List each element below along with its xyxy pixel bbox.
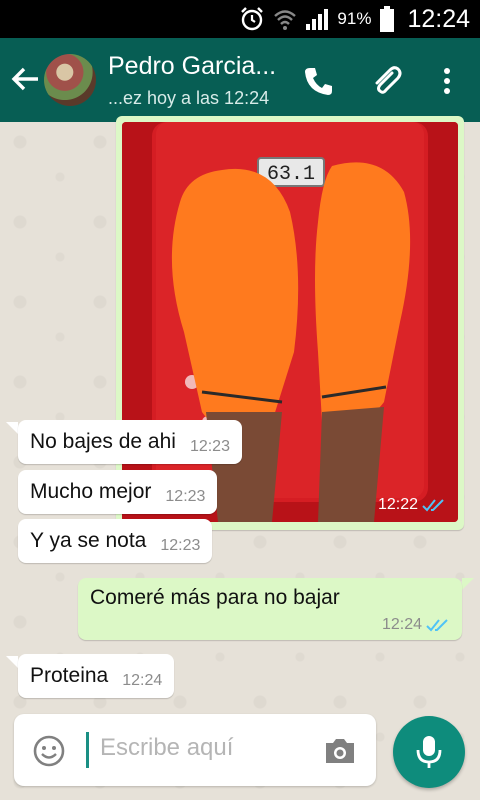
message-out[interactable]: Comeré más para no bajar 12:24 <box>78 578 462 640</box>
message-text: Proteina <box>30 664 109 687</box>
text-cursor <box>86 732 89 768</box>
bubble-tail <box>6 422 18 434</box>
message-time: 12:23 <box>160 537 201 554</box>
message-time: 12:24 <box>381 616 422 633</box>
mic-button[interactable] <box>393 716 465 788</box>
message-in[interactable]: Mucho mejor 12:23 <box>18 470 218 514</box>
double-check-icon <box>422 499 444 512</box>
emoji-icon[interactable] <box>32 734 66 768</box>
last-seen[interactable]: ...ez hoy a las 12:24 <box>108 88 269 109</box>
chat-header: Pedro Garcia... ...ez hoy a las 12:24 <box>0 38 480 122</box>
status-clock: 12:24 <box>407 4 470 33</box>
attach-icon[interactable] <box>370 64 404 98</box>
message-time: 12:23 <box>165 488 206 505</box>
message-in[interactable]: No bajes de ahi 12:23 <box>18 420 242 464</box>
image-timestamp: 12:22 <box>378 496 446 514</box>
message-text: No bajes de ahi <box>30 430 176 453</box>
contact-name[interactable]: Pedro Garcia... <box>108 52 276 81</box>
message-time: 12:24 <box>122 672 163 689</box>
message-in[interactable]: Y ya se nota 12:23 <box>18 519 213 563</box>
message-input-placeholder[interactable]: Escribe aquí <box>100 734 233 762</box>
bubble-tail <box>462 578 474 590</box>
mic-icon <box>416 736 442 768</box>
message-composer[interactable]: Escribe aquí <box>14 714 376 786</box>
phone-icon[interactable] <box>302 64 336 98</box>
message-timestamp: 12:24 <box>382 616 450 634</box>
battery-icon <box>380 6 395 32</box>
camera-icon[interactable] <box>322 734 358 768</box>
message-text: Comeré más para no bajar <box>90 586 340 609</box>
image-time: 12:22 <box>377 496 418 513</box>
alarm-icon <box>241 7 264 31</box>
image-message[interactable]: 63.1 12:22 <box>116 116 464 530</box>
message-time: 12:23 <box>189 438 230 455</box>
scale-readout: 63.1 <box>267 163 315 186</box>
bubble-tail <box>6 656 18 668</box>
battery-percent: 91% <box>337 9 372 28</box>
status-bar: 91% 12:24 <box>0 0 480 38</box>
chat-area[interactable]: 63.1 12:22 No bajes de ahi 12:23 Mucho m… <box>0 116 480 800</box>
signal-icon <box>306 9 329 30</box>
message-text: Y ya se nota <box>30 529 147 552</box>
more-icon[interactable] <box>430 64 464 98</box>
back-arrow-icon[interactable] <box>8 62 42 96</box>
message-in[interactable]: Proteina 12:24 <box>18 654 175 698</box>
double-check-icon <box>426 619 448 632</box>
message-text: Mucho mejor <box>30 480 152 503</box>
avatar[interactable] <box>44 54 96 106</box>
wifi-icon <box>274 10 297 30</box>
